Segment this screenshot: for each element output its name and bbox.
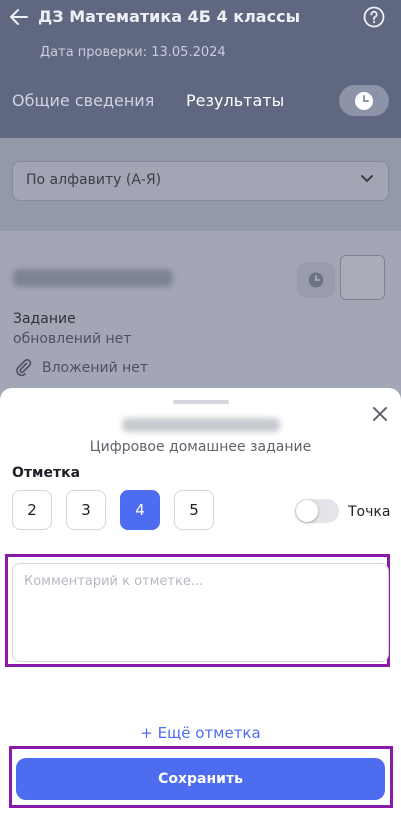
student-card[interactable]: Задание обновлений нет Вложений нет bbox=[0, 231, 401, 401]
save-button[interactable]: Сохранить bbox=[16, 758, 385, 800]
grade-button-3[interactable]: 3 bbox=[66, 490, 106, 530]
student-name-blurred bbox=[13, 269, 173, 287]
clock-icon bbox=[355, 92, 373, 110]
dot-toggle-label: Точка bbox=[348, 504, 391, 520]
sort-select-value: По алфавиту (А-Я) bbox=[26, 172, 162, 188]
grade-button-2[interactable]: 2 bbox=[12, 490, 52, 530]
sheet-drag-handle[interactable] bbox=[173, 400, 229, 404]
assignment-label: Задание bbox=[13, 311, 76, 327]
paperclip-icon bbox=[16, 359, 32, 376]
comment-field[interactable] bbox=[12, 563, 389, 662]
student-mark-box[interactable] bbox=[340, 255, 385, 300]
student-history-button[interactable] bbox=[297, 262, 335, 298]
mark-bottom-sheet: Цифровое домашнее задание Отметка 2 3 4 … bbox=[0, 388, 401, 814]
close-icon[interactable] bbox=[370, 404, 390, 424]
page-title: ДЗ Математика 4Б 4 классы bbox=[38, 7, 301, 26]
tab-results[interactable]: Результаты bbox=[186, 91, 284, 110]
attachments-text: Вложений нет bbox=[42, 360, 149, 376]
assignment-status: обновлений нет bbox=[13, 331, 132, 347]
student-name-blurred bbox=[122, 418, 280, 432]
dot-toggle[interactable] bbox=[295, 499, 339, 523]
arrow-left-icon[interactable] bbox=[8, 6, 30, 28]
clock-icon bbox=[308, 272, 324, 288]
results-panel: По алфавиту (А-Я) Задание обновлений нет… bbox=[0, 138, 401, 401]
grade-button-4[interactable]: 4 bbox=[120, 490, 160, 530]
check-date: Дата проверки: 13.05.2024 bbox=[40, 45, 226, 60]
grade-button-5[interactable]: 5 bbox=[174, 490, 214, 530]
add-mark-link[interactable]: + Ещё отметка bbox=[0, 724, 401, 742]
mark-label: Отметка bbox=[12, 465, 81, 481]
question-circle-icon[interactable] bbox=[363, 6, 385, 28]
page-header: ДЗ Математика 4Б 4 классы Дата проверки:… bbox=[0, 0, 401, 138]
history-button[interactable] bbox=[339, 85, 389, 116]
chevron-down-icon bbox=[361, 175, 373, 183]
sheet-subtitle: Цифровое домашнее задание bbox=[89, 439, 312, 455]
dot-toggle-knob bbox=[296, 500, 318, 522]
sort-select[interactable]: По алфавиту (А-Я) bbox=[12, 161, 389, 201]
tab-general-info[interactable]: Общие сведения bbox=[12, 91, 154, 110]
comment-input[interactable] bbox=[13, 564, 388, 661]
